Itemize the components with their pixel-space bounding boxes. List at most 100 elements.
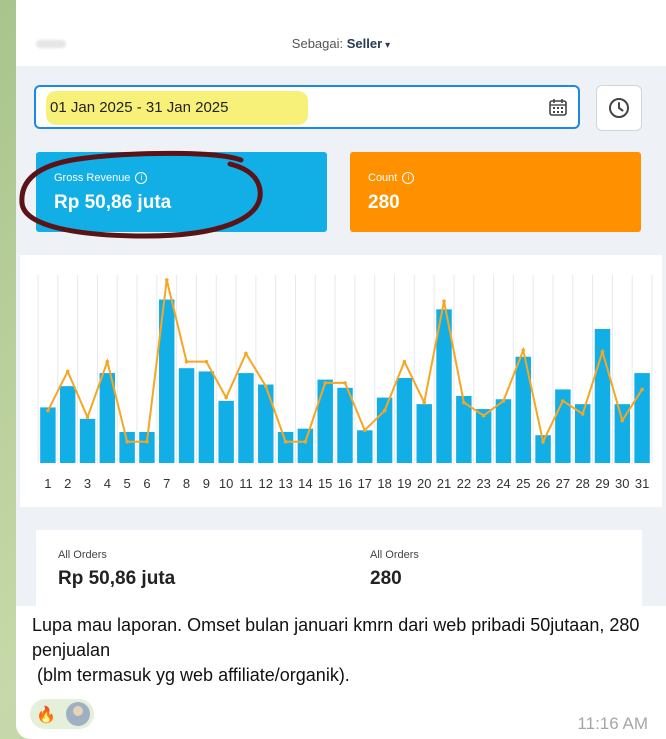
- x-tick-label: 29: [595, 476, 609, 491]
- x-tick-label: 6: [143, 476, 150, 491]
- chart-bar: [198, 371, 215, 463]
- x-tick-label: 20: [417, 476, 431, 491]
- all-orders-count-card[interactable]: All Orders 280: [348, 530, 642, 620]
- x-tick-label: 24: [496, 476, 510, 491]
- x-tick-label: 7: [163, 476, 170, 491]
- chart-point: [323, 381, 327, 385]
- card-label: All Orders: [58, 549, 107, 561]
- chart-point: [204, 359, 209, 364]
- message-timestamp: 11:16 AM: [577, 714, 648, 733]
- card-value: Rp 50,86 juta: [58, 568, 176, 589]
- card-label: All Orders: [370, 549, 419, 561]
- sales-chart: 1 2 3 4 5 6 7 8 9 10 11 12 13 14 15 16 17 18 19 20 21 22 23 24 2…: [37, 275, 653, 491]
- role-selector[interactable]: Sebagai: Seller ▾: [16, 36, 666, 51]
- chart-point: [303, 439, 308, 444]
- dashboard-screenshot: Sebagai: Seller ▾ 01 Jan 2025 - 31 Jan 20…: [16, 0, 666, 620]
- chart-point: [640, 387, 644, 392]
- x-tick-label: 27: [556, 476, 570, 491]
- chart-bar: [337, 387, 353, 463]
- chart-point: [263, 384, 268, 388]
- chart-bar: [40, 407, 56, 463]
- x-tick-label: 9: [203, 476, 210, 491]
- x-tick-label: 13: [278, 476, 292, 491]
- chart-point: [382, 408, 387, 413]
- count-card[interactable]: Count i 280: [350, 152, 641, 232]
- chart-bar: [297, 428, 314, 463]
- reaction-pill[interactable]: 🔥: [30, 699, 94, 729]
- chart-point: [521, 348, 526, 352]
- fire-emoji-icon: 🔥: [36, 707, 56, 724]
- card-value: 280: [368, 192, 400, 213]
- date-range-input[interactable]: 01 Jan 2025 - 31 Jan 2025: [34, 85, 580, 129]
- chart-point: [343, 381, 347, 385]
- history-button[interactable]: [596, 85, 642, 131]
- chart-point: [244, 351, 248, 356]
- chart-bar: [416, 404, 432, 463]
- chart-bar: [376, 397, 393, 463]
- chart-point: [481, 413, 486, 418]
- chart-bar: [634, 373, 650, 463]
- info-icon[interactable]: i: [402, 172, 415, 184]
- x-tick-label: 10: [219, 476, 233, 491]
- x-tick-label: 12: [259, 476, 273, 491]
- chart-point: [422, 400, 427, 405]
- chart-bar: [495, 399, 512, 463]
- sales-chart-card: 1 2 3 4 5 6 7 8 9 10 11 12 13 14 15 16 17 18 19 20 21 22 23 24 2…: [20, 255, 662, 507]
- x-tick-label: 14: [298, 476, 312, 491]
- clock-icon: [609, 98, 629, 118]
- date-range-value: 01 Jan 2025 - 31 Jan 2025: [50, 99, 229, 116]
- chart-bar: [258, 384, 274, 463]
- top-bar: Sebagai: Seller ▾: [16, 0, 666, 66]
- chart-point: [402, 359, 407, 364]
- chart-point: [501, 399, 506, 403]
- chart-bar: [119, 431, 135, 463]
- chart-point: [65, 369, 70, 374]
- x-tick-label: 17: [358, 476, 372, 491]
- chevron-down-icon: ▾: [385, 40, 391, 51]
- chart-bar: [59, 386, 76, 463]
- x-tick-label: 2: [64, 476, 71, 491]
- x-tick-label: 31: [635, 476, 649, 491]
- chart-point: [462, 400, 466, 405]
- chart-bar: [396, 377, 413, 463]
- avatar: [66, 702, 90, 726]
- x-tick-label: 30: [615, 476, 629, 491]
- calendar-icon[interactable]: [548, 97, 568, 117]
- chart-bar: [317, 379, 333, 463]
- chart-bar: [357, 430, 373, 463]
- chart-point: [442, 299, 446, 303]
- chart-point: [363, 428, 367, 433]
- chart-point: [105, 359, 110, 364]
- x-tick-label: 11: [239, 476, 253, 491]
- role-value: Seller: [346, 36, 383, 51]
- x-tick-label: 23: [476, 476, 490, 491]
- chart-bar: [218, 400, 234, 463]
- chart-point: [164, 278, 169, 282]
- chart-point: [620, 418, 625, 423]
- x-tick-label: 15: [318, 476, 332, 491]
- chart-bar: [79, 418, 96, 463]
- message-bubble: Sebagai: Seller ▾ 01 Jan 2025 - 31 Jan 20…: [16, 0, 666, 739]
- chart-point: [125, 439, 129, 444]
- chart-point: [224, 395, 228, 400]
- x-tick-label: 18: [377, 476, 391, 491]
- all-orders-revenue-card[interactable]: All Orders Rp 50,86 juta: [36, 530, 348, 620]
- x-tick-label: 3: [84, 476, 91, 491]
- x-tick-label: 16: [338, 476, 352, 491]
- chart-bar: [277, 431, 294, 463]
- chart-point: [85, 415, 90, 420]
- x-tick-label: 5: [124, 476, 131, 491]
- chart-point: [283, 439, 288, 444]
- chart-point: [184, 359, 189, 364]
- chart-point: [580, 412, 585, 416]
- role-prefix: Sebagai:: [291, 36, 344, 51]
- x-tick-label: 26: [536, 476, 550, 491]
- chart-point: [561, 399, 565, 403]
- x-tick-label: 22: [457, 476, 471, 491]
- x-tick-label: 8: [183, 476, 190, 491]
- x-tick-label: 25: [516, 476, 530, 491]
- chart-point: [600, 350, 605, 354]
- card-label: Count i: [368, 172, 415, 184]
- chart-bar: [238, 373, 254, 463]
- x-tick-label: 19: [397, 476, 411, 491]
